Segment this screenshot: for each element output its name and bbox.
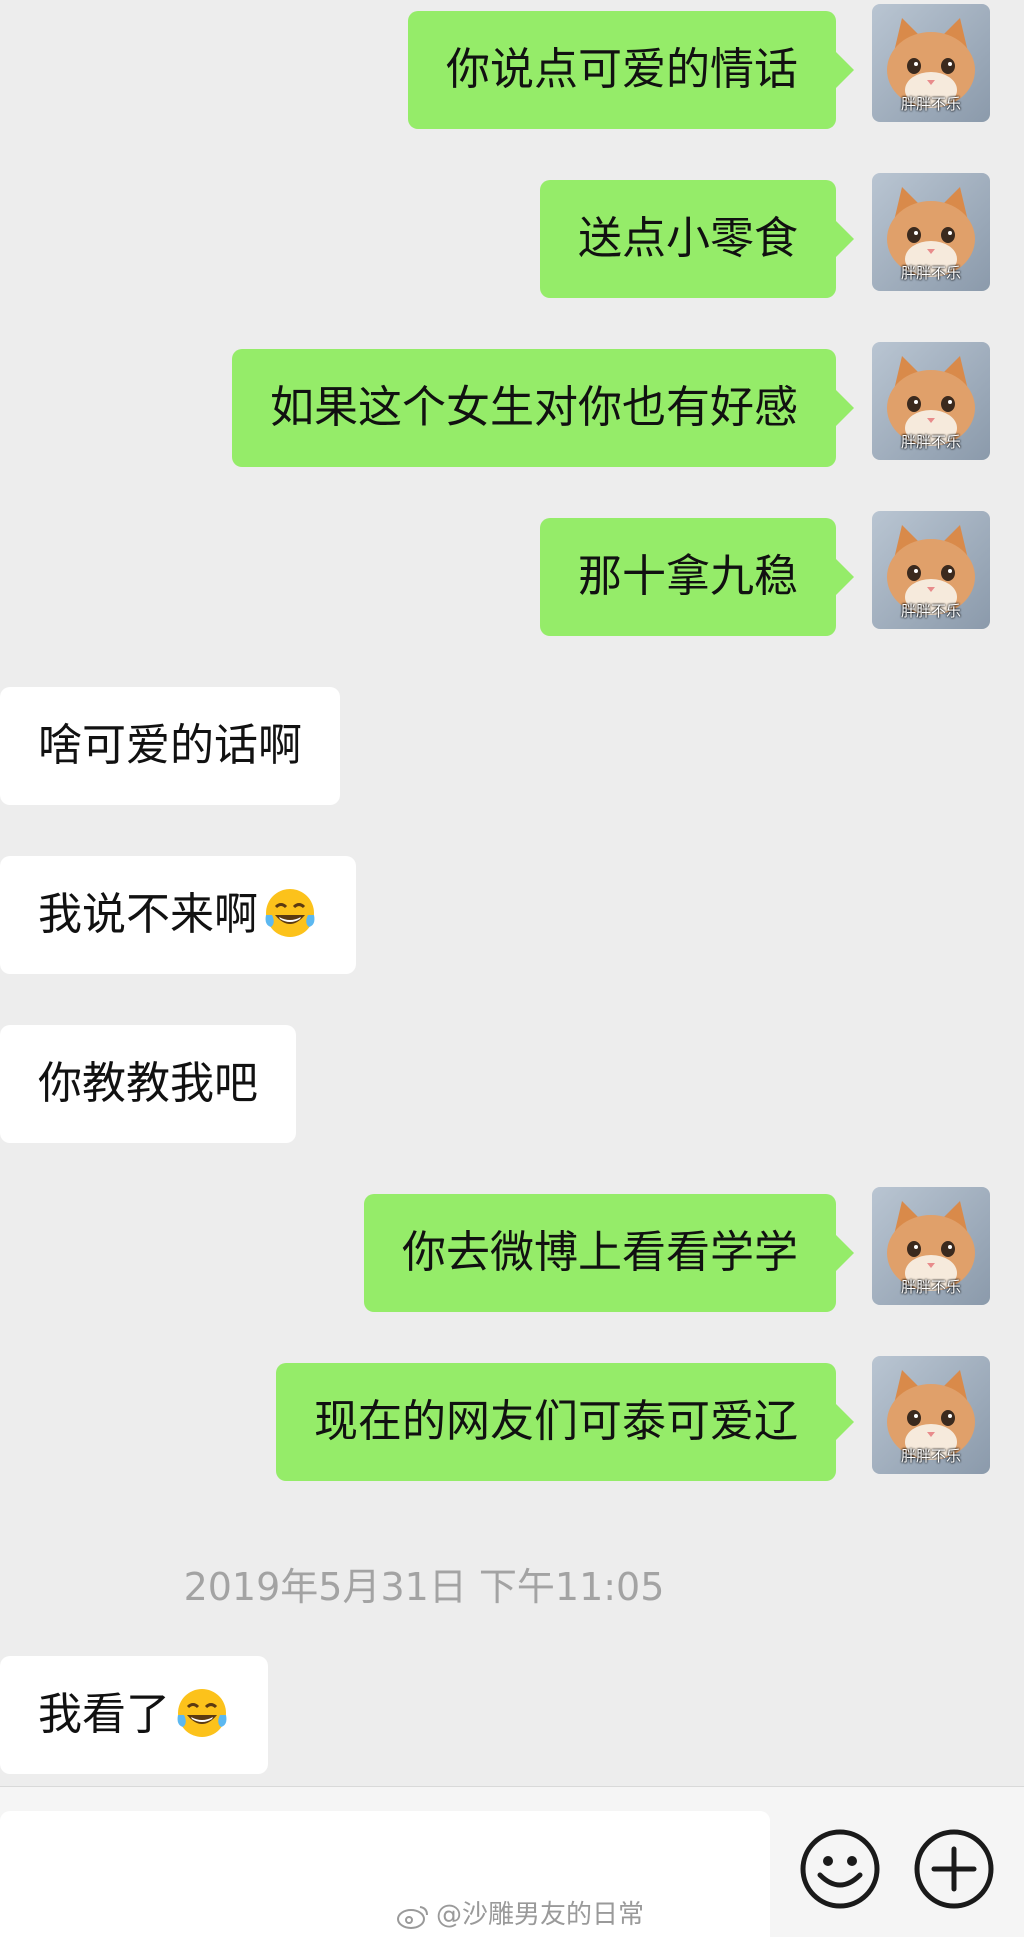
cat-avatar[interactable]: 胖胖不乐 — [872, 4, 990, 122]
message-row-6: 我说不来啊 — [0, 856, 1024, 974]
their-message-bubble[interactable]: 啥可爱的话啊 — [0, 687, 340, 805]
avatar-caption: 胖胖不乐 — [900, 264, 961, 282]
message-input[interactable] — [0, 1811, 770, 1937]
tears-of-joy-emoji-icon — [265, 889, 315, 937]
my-message-bubble[interactable]: 送点小零食 — [540, 180, 854, 298]
cat-avatar[interactable]: 胖胖不乐 — [872, 1356, 990, 1474]
message-row-10: 我看了 — [0, 1656, 1024, 1774]
weibo-watermark: @沙雕男友的日常 — [396, 1894, 644, 1931]
plus-circle-icon[interactable] — [912, 1827, 996, 1911]
cat-avatar[interactable]: 胖胖不乐 — [872, 342, 990, 460]
avatar-caption: 胖胖不乐 — [900, 602, 961, 620]
message-row-3: 如果这个女生对你也有好感 胖胖不乐 — [0, 342, 1024, 467]
their-message-bubble[interactable]: 你教教我吧 — [0, 1025, 296, 1143]
message-row-9: 现在的网友们可泰可爱辽 胖胖不乐 — [0, 1356, 1024, 1481]
avatar-caption: 胖胖不乐 — [900, 95, 961, 113]
message-text: 我看了 — [38, 1689, 170, 1740]
message-row-2: 送点小零食 胖胖不乐 — [0, 173, 1024, 298]
watermark-text: @沙雕男友的日常 — [436, 1900, 645, 1930]
avatar-caption: 胖胖不乐 — [900, 1278, 961, 1296]
my-message-bubble[interactable]: 你说点可爱的情话 — [408, 11, 854, 129]
avatar-caption: 胖胖不乐 — [900, 1447, 961, 1465]
cat-avatar[interactable]: 胖胖不乐 — [872, 173, 990, 291]
weibo-logo-icon — [397, 1905, 428, 1929]
cat-avatar[interactable]: 胖胖不乐 — [872, 511, 990, 629]
message-text: 我说不来啊 — [38, 889, 258, 940]
their-message-bubble[interactable]: 我说不来啊 — [0, 856, 356, 974]
cat-avatar[interactable]: 胖胖不乐 — [872, 1187, 990, 1305]
my-message-bubble[interactable]: 如果这个女生对你也有好感 — [232, 349, 854, 467]
message-timestamp: 2019年5月31日 下午11:05 — [183, 1565, 665, 1609]
message-row-5: 啥可爱的话啊 — [0, 687, 1024, 805]
tears-of-joy-emoji-icon — [177, 1689, 227, 1737]
message-row-1: 你说点可爱的情话 胖胖不乐 — [0, 4, 1024, 129]
message-row-4: 那十拿九稳 胖胖不乐 — [0, 511, 1024, 636]
message-row-7: 你教教我吧 — [0, 1025, 1024, 1143]
avatar-caption: 胖胖不乐 — [900, 433, 961, 451]
my-message-bubble[interactable]: 现在的网友们可泰可爱辽 — [276, 1363, 854, 1481]
my-message-bubble[interactable]: 你去微博上看看学学 — [364, 1194, 854, 1312]
smiley-face-icon[interactable] — [798, 1827, 882, 1911]
message-row-8: 你去微博上看看学学 胖胖不乐 — [0, 1187, 1024, 1312]
their-message-bubble[interactable]: 我看了 — [0, 1656, 268, 1774]
my-message-bubble[interactable]: 那十拿九稳 — [540, 518, 854, 636]
